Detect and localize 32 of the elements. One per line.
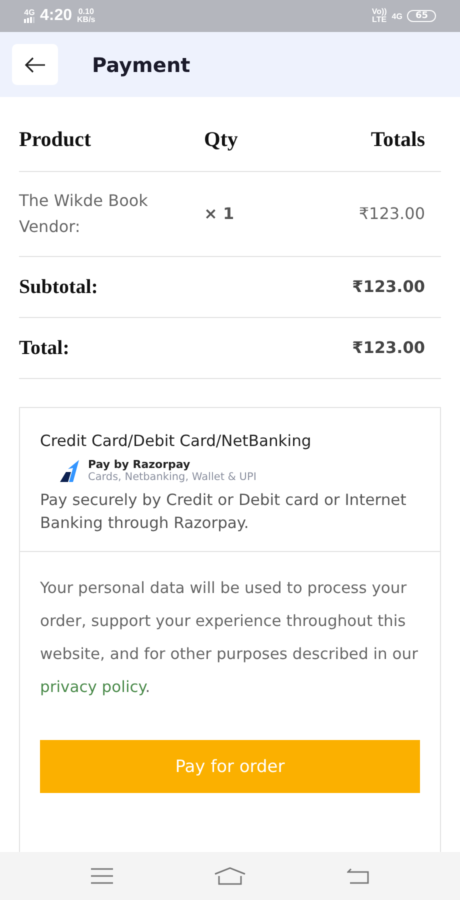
quantity: × 1 [204,203,236,225]
network-label: 4G [24,9,35,17]
lte-label: LTE [372,16,387,24]
column-header: Product [19,126,92,152]
summary-label: Total: [19,336,70,360]
payment-method-label: Credit Card/Debit Card/NetBanking [40,432,312,450]
product-name: The Wikde Book Vendor: [19,190,149,238]
summary-amount: ₹123.00 [351,337,426,359]
provider-subtitle: Cards, Netbanking, Wallet & UPI [88,471,256,483]
signal-icon [24,17,35,23]
provider-name: Pay by Razorpay [88,458,192,471]
line-total: ₹123.00 [358,203,426,225]
back-arrow-icon [24,56,46,72]
speed-value: 0.10 [78,8,94,16]
speed-unit: KB/s [77,16,96,24]
summary-amount: ₹123.00 [351,276,426,298]
network-label: 4G [392,12,402,20]
page-title: Payment [92,52,190,76]
privacy-notice: Your personal data will be used to process your order, support your experience throughout this website, and for other purposes described in our privacy policy. [40,578,419,698]
battery-icon: 65 [407,10,436,22]
back-icon[interactable] [347,868,370,884]
column-header: Totals [370,126,426,152]
payment-description: Pay securely by Credit or Debit card or Internet Banking through Razorpay. [40,490,408,534]
back-button[interactable] [12,44,58,85]
privacy-policy-link[interactable]: privacy policy [40,678,146,696]
razorpay-logo-icon [60,460,80,482]
summary-label: Subtotal: [19,276,99,298]
column-header: Qty [204,126,239,152]
clock: 4:20 [40,7,72,25]
home-icon[interactable] [214,867,246,885]
volte-label: Vo)) [372,8,387,16]
menu-icon[interactable] [90,868,113,884]
